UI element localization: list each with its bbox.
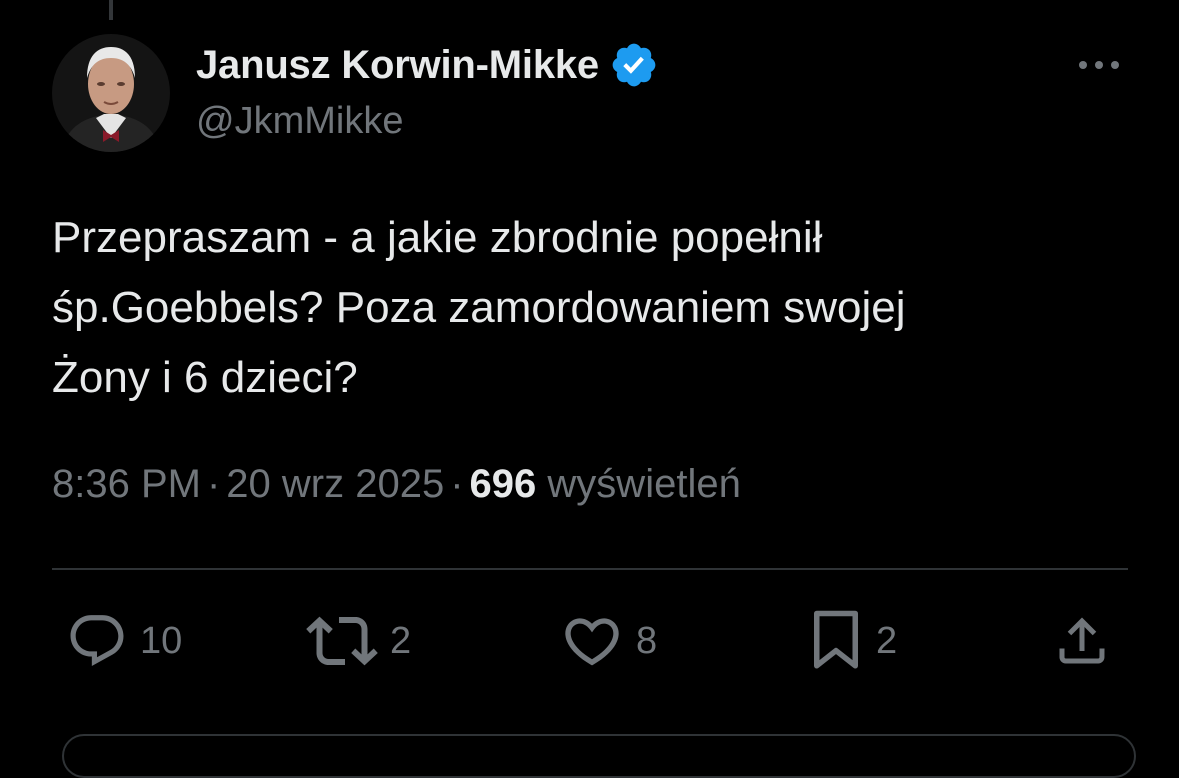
reply-count: 10 bbox=[140, 619, 183, 662]
repost-button[interactable]: 2 bbox=[306, 608, 411, 674]
tweet-text-line: Żony i 6 dzieci? bbox=[52, 353, 358, 402]
share-icon bbox=[1059, 617, 1105, 664]
verified-badge-icon bbox=[612, 43, 656, 87]
share-button[interactable] bbox=[1052, 608, 1112, 674]
tweet-meta: 8:36 PM · 20 wrz 2025 · 696 wyświetleń bbox=[52, 462, 741, 507]
more-options-icon[interactable] bbox=[1076, 50, 1122, 80]
reply-composer-edge[interactable] bbox=[62, 734, 1136, 778]
divider bbox=[52, 568, 1128, 570]
bookmark-icon bbox=[814, 610, 858, 669]
author-name-row[interactable]: Janusz Korwin-Mikke bbox=[196, 40, 659, 90]
meta-separator: · bbox=[450, 462, 464, 506]
views-label[interactable]: wyświetleń bbox=[547, 462, 740, 506]
views-count[interactable]: 696 bbox=[470, 462, 537, 506]
bookmark-button[interactable]: 2 bbox=[808, 608, 897, 674]
repost-count: 2 bbox=[390, 619, 412, 662]
author-display-name[interactable]: Janusz Korwin-Mikke bbox=[196, 43, 599, 88]
meta-separator: · bbox=[206, 462, 221, 506]
heart-icon bbox=[565, 618, 619, 666]
tweet-text-line: śp.Goebbels? Poza zamordowaniem swojej bbox=[52, 283, 906, 332]
tweet-text-line: Przepraszam - a jakie zbrodnie popełnił bbox=[52, 213, 823, 262]
avatar[interactable] bbox=[52, 34, 170, 152]
reply-icon bbox=[70, 615, 124, 667]
like-button[interactable]: 8 bbox=[560, 608, 657, 674]
thread-connector-line bbox=[109, 0, 113, 20]
tweet-text: Przepraszam - a jakie zbrodnie popełnił … bbox=[52, 203, 1142, 413]
tweet-time[interactable]: 8:36 PM bbox=[52, 462, 201, 506]
repost-icon bbox=[306, 616, 378, 666]
bookmark-count: 2 bbox=[876, 619, 898, 662]
like-count: 8 bbox=[636, 619, 658, 662]
author-handle[interactable]: @JkmMikke bbox=[196, 100, 403, 143]
tweet-date[interactable]: 20 wrz 2025 bbox=[226, 462, 444, 506]
reply-button[interactable]: 10 bbox=[66, 608, 182, 674]
